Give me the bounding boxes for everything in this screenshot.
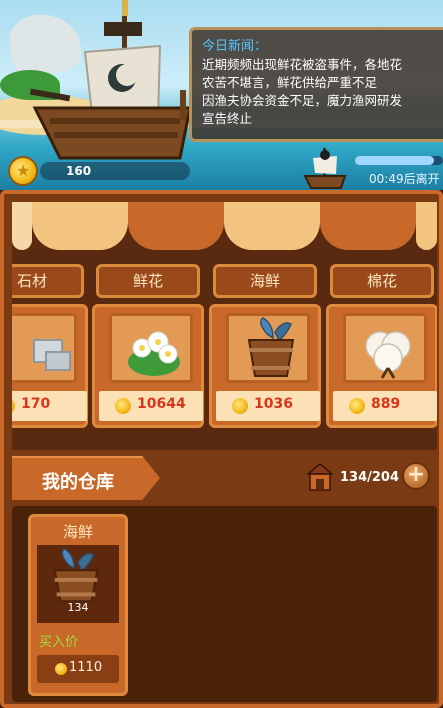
price-tag: 170	[12, 391, 87, 421]
stone-icon	[33, 339, 71, 371]
seafood-bucket-icon	[53, 548, 99, 603]
item-box	[109, 313, 193, 383]
news-title: 今日新闻：	[202, 39, 268, 54]
price-tag: 10644	[99, 391, 203, 421]
stall-body: 10644	[92, 304, 204, 428]
stall-price: 10644	[137, 396, 186, 412]
voyage-timer: 00:49后离开	[369, 172, 440, 186]
item-box	[343, 313, 427, 383]
market-panel: 石材 170 鲜花 10644 海鲜 1036 棉花 889	[12, 202, 437, 450]
flower-icon	[128, 331, 180, 376]
item-box	[226, 313, 310, 383]
voyage-progress-bar	[355, 156, 443, 165]
warehouse-panel: 海鲜 134 买入价 1110	[12, 506, 437, 702]
coin-icon	[115, 398, 131, 414]
coin-icon	[232, 398, 248, 414]
coin-icon	[8, 156, 38, 186]
item-box	[12, 313, 77, 383]
item-count: 134	[67, 601, 89, 614]
news-body: 近期频频出现鲜花被盗事件，各地花 农苦不堪言，鲜花供给严重不足 因渔夫协会资金不…	[202, 56, 437, 128]
awning-stripe	[12, 202, 32, 250]
item-image: 134	[37, 545, 119, 623]
warehouse-title: 我的仓库	[42, 472, 114, 493]
warehouse-icon	[306, 463, 334, 491]
awning-stripe	[416, 202, 437, 250]
stall-label: 棉花	[330, 264, 434, 298]
voyage-progress-fill	[355, 156, 435, 165]
item-name: 海鲜	[62, 523, 93, 541]
stall-body: 889	[326, 304, 437, 428]
coin-bar-bg	[40, 162, 190, 180]
news-line: 近期频频出现鲜花被盗事件，各地花	[202, 57, 403, 72]
market-stall-flower[interactable]: 鲜花 10644	[92, 256, 204, 428]
coin-icon	[349, 398, 365, 414]
coin-icon	[55, 663, 67, 675]
harbor-scene: 今日新闻： 近期频频出现鲜花被盗事件，各地花 农苦不堪言，鲜花供给严重不足 因渔…	[0, 0, 443, 190]
inventory-item-seafood[interactable]: 海鲜 134 买入价 1110	[28, 514, 128, 696]
cotton-icon	[365, 331, 411, 379]
news-panel: 今日新闻： 近期频频出现鲜花被盗事件，各地花 农苦不堪言，鲜花供给严重不足 因渔…	[189, 27, 443, 142]
stall-body: 1036	[209, 304, 321, 428]
coin-amount: 160	[66, 164, 92, 178]
awning-stripe	[32, 202, 128, 250]
stall-price: 170	[21, 396, 51, 412]
warehouse-capacity: 134/204	[340, 470, 400, 485]
market-frame: 石材 170 鲜花 10644 海鲜 1036 棉花 889 我的仓库 134/…	[0, 190, 443, 708]
stall-label: 鲜花	[96, 264, 200, 298]
buy-price-box: 1110	[37, 655, 119, 683]
mini-ship-icon	[303, 148, 347, 189]
voyage-status: 00:49后离开	[303, 146, 443, 190]
seafood-bucket-icon	[247, 317, 295, 377]
awning	[12, 202, 437, 250]
awning-stripe	[320, 202, 416, 250]
market-stall-cotton[interactable]: 棉花 889	[326, 256, 437, 428]
coin-icon	[12, 398, 15, 414]
buy-price: 1110	[69, 660, 103, 675]
expand-warehouse-button[interactable]: +	[402, 462, 430, 490]
warehouse-title-banner: 我的仓库	[12, 456, 160, 500]
stall-body: 170	[12, 304, 88, 428]
stall-label: 石材	[12, 264, 84, 298]
news-line: 宣告终止	[202, 111, 253, 126]
price-tag: 1036	[216, 391, 320, 421]
coin-balance: 160	[0, 156, 200, 186]
market-stall-seafood[interactable]: 海鲜 1036	[209, 256, 321, 428]
buy-price-label: 买入价	[39, 635, 79, 650]
price-tag: 889	[333, 391, 437, 421]
news-line: 农苦不堪言，鲜花供给严重不足	[202, 75, 378, 90]
news-line: 因渔夫协会资金不足，魔力渔网研发	[202, 93, 403, 108]
market-stall-stone[interactable]: 石材 170	[12, 256, 88, 428]
pirate-ship-icon[interactable]	[30, 0, 200, 170]
stall-price: 889	[371, 396, 401, 412]
awning-stripe	[224, 202, 320, 250]
awning-stripe	[128, 202, 224, 250]
stall-price: 1036	[254, 396, 293, 412]
stall-label: 海鲜	[213, 264, 317, 298]
